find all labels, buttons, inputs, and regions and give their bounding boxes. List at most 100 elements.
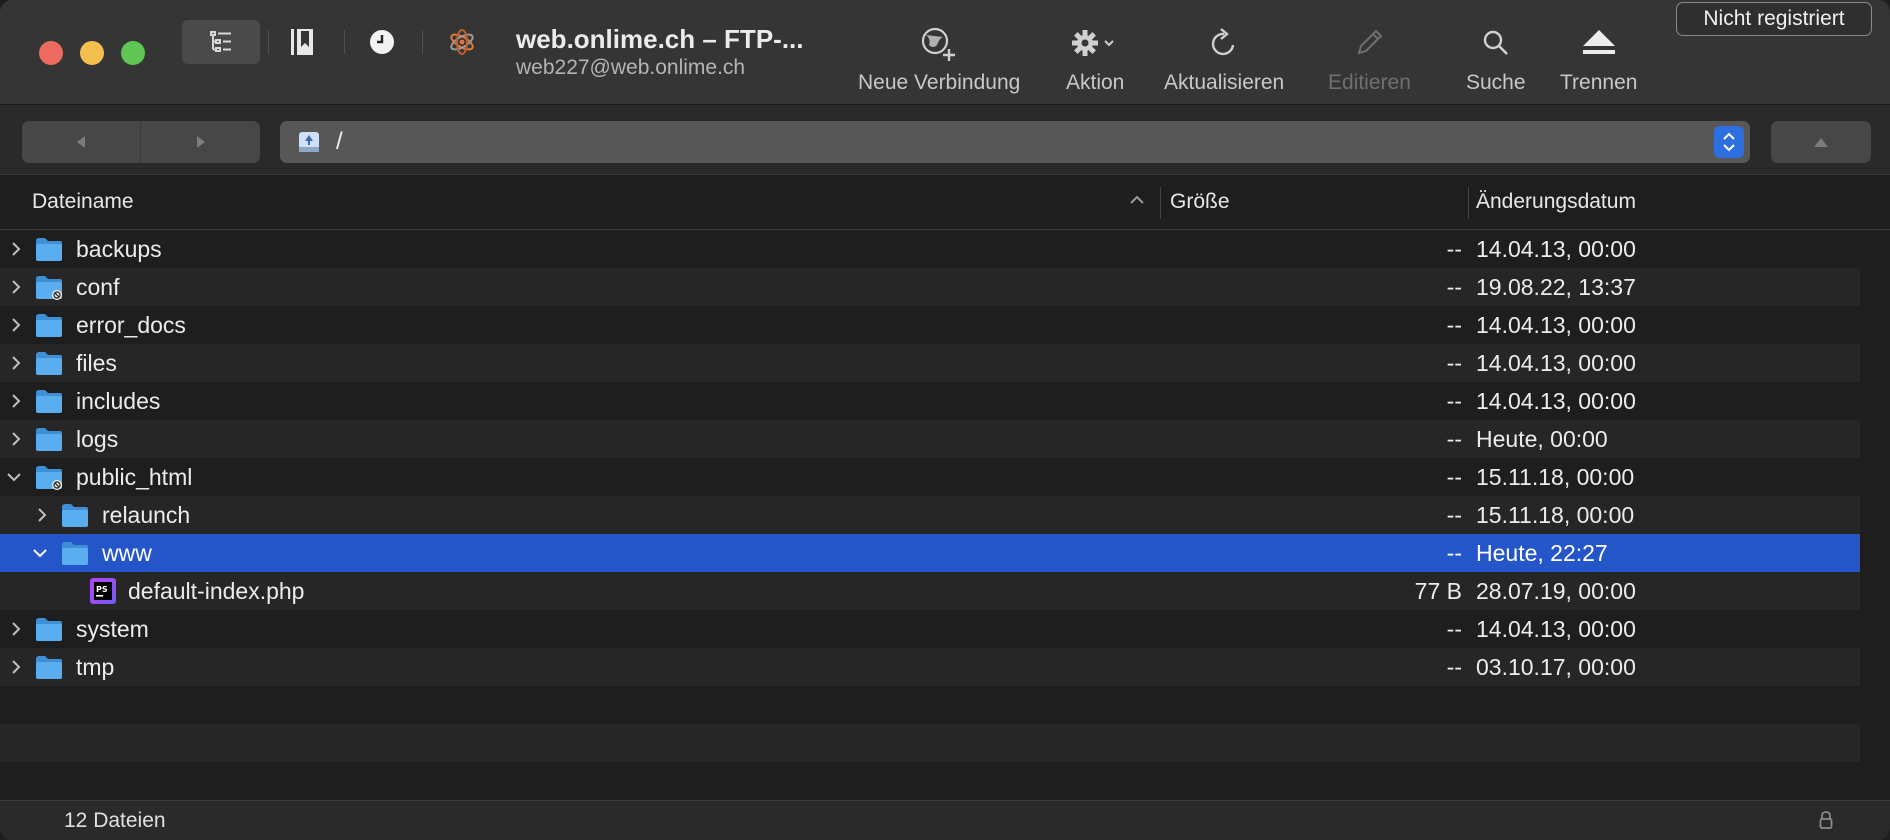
disclosure-collapsed-icon[interactable] bbox=[6, 315, 26, 335]
disclosure-collapsed-icon[interactable] bbox=[6, 353, 26, 373]
zoom-window-button[interactable] bbox=[121, 41, 145, 65]
path-popup-stepper[interactable] bbox=[1714, 126, 1744, 158]
action-label: Aktion bbox=[1066, 71, 1125, 94]
toolbar: web.onlime.ch – FTP-... web227@web.onlim… bbox=[0, 0, 1890, 104]
column-filename[interactable]: Dateiname bbox=[32, 190, 134, 214]
file-row[interactable]: files -- 14.04.13, 00:00 bbox=[0, 344, 1860, 382]
disclosure-collapsed-icon[interactable] bbox=[6, 619, 26, 639]
file-date: 14.04.13, 00:00 bbox=[1476, 312, 1636, 338]
file-date: 03.10.17, 00:00 bbox=[1476, 654, 1636, 680]
column-divider[interactable] bbox=[1160, 187, 1161, 219]
file-row[interactable]: PS default-index.php 77 B 28.07.19, 00:0… bbox=[0, 572, 1860, 610]
file-row[interactable]: backups -- 14.04.13, 00:00 bbox=[0, 230, 1860, 268]
column-divider[interactable] bbox=[1468, 187, 1469, 219]
folder-icon bbox=[62, 504, 88, 527]
column-size[interactable]: Größe bbox=[1170, 190, 1230, 214]
refresh-icon bbox=[1212, 28, 1235, 56]
parent-directory-button[interactable] bbox=[1771, 121, 1871, 163]
file-date: 14.04.13, 00:00 bbox=[1476, 236, 1636, 262]
edit-button[interactable]: Editieren bbox=[1328, 18, 1411, 95]
file-row[interactable]: includes -- 14.04.13, 00:00 bbox=[0, 382, 1860, 420]
file-size: -- bbox=[1446, 312, 1462, 338]
file-date: 15.11.18, 00:00 bbox=[1476, 502, 1635, 528]
connection-title: web.onlime.ch – FTP-... bbox=[516, 24, 804, 54]
forward-button[interactable] bbox=[141, 121, 260, 163]
file-row[interactable]: tmp -- 03.10.17, 00:00 bbox=[0, 648, 1860, 686]
path-popup[interactable]: / bbox=[280, 121, 1750, 163]
file-name: error_docs bbox=[76, 312, 186, 338]
file-size: -- bbox=[1446, 464, 1462, 490]
file-size: -- bbox=[1446, 274, 1462, 300]
disclosure-collapsed-icon[interactable] bbox=[32, 505, 52, 525]
disclosure-collapsed-icon[interactable] bbox=[6, 277, 26, 297]
file-date: 19.08.22, 13:37 bbox=[1476, 274, 1636, 300]
file-row[interactable]: error_docs -- 14.04.13, 00:00 bbox=[0, 306, 1860, 344]
file-name: relaunch bbox=[102, 502, 191, 528]
folder-icon bbox=[36, 656, 62, 679]
file-name: default-index.php bbox=[128, 578, 305, 604]
search-button[interactable]: Suche bbox=[1466, 18, 1526, 95]
folder-icon bbox=[36, 618, 62, 641]
refresh-label: Aktualisieren bbox=[1164, 71, 1285, 94]
file-name: includes bbox=[76, 388, 161, 414]
file-row[interactable]: relaunch -- 15.11.18, 00:00 bbox=[0, 496, 1860, 534]
gear-chevron-icon bbox=[1072, 30, 1114, 56]
back-forward-control bbox=[22, 121, 260, 163]
file-name: public_html bbox=[76, 464, 193, 490]
svg-text:PS: PS bbox=[96, 585, 108, 594]
file-name: logs bbox=[76, 426, 119, 452]
refresh-button[interactable]: Aktualisieren bbox=[1164, 18, 1284, 95]
bookmarks-button[interactable] bbox=[280, 20, 324, 64]
back-button[interactable] bbox=[22, 121, 141, 163]
new-connection-button[interactable]: Neue Verbindung bbox=[858, 18, 1020, 95]
file-date: 28.07.19, 00:00 bbox=[1476, 578, 1636, 604]
close-window-button[interactable] bbox=[39, 41, 63, 65]
minimize-window-button[interactable] bbox=[80, 41, 104, 65]
disclosure-collapsed-icon[interactable] bbox=[6, 429, 26, 449]
file-row-selected[interactable]: www -- Heute, 22:27 bbox=[0, 534, 1860, 572]
file-row[interactable]: conf -- 19.08.22, 13:37 bbox=[0, 268, 1860, 306]
folder-icon bbox=[36, 390, 62, 413]
outline-list-icon bbox=[210, 31, 231, 52]
restricted-folder-icon bbox=[36, 276, 62, 300]
disconnect-button[interactable]: Trennen bbox=[1560, 18, 1637, 95]
file-date: Heute, 00:00 bbox=[1476, 426, 1608, 452]
file-size: -- bbox=[1446, 540, 1462, 566]
file-date: 14.04.13, 00:00 bbox=[1476, 388, 1636, 414]
ftp-browser-window: web.onlime.ch – FTP-... web227@web.onlim… bbox=[0, 0, 1890, 840]
action-menu-button[interactable]: Aktion bbox=[1066, 18, 1124, 95]
network-disk-icon bbox=[299, 132, 319, 152]
file-date: 14.04.13, 00:00 bbox=[1476, 350, 1636, 376]
column-modified[interactable]: Änderungsdatum bbox=[1476, 190, 1636, 214]
pencil-icon bbox=[1357, 29, 1383, 55]
disclosure-collapsed-icon[interactable] bbox=[6, 239, 26, 259]
scrollbar-track[interactable] bbox=[1860, 230, 1890, 800]
outline-view-button[interactable] bbox=[182, 20, 260, 64]
clock-icon bbox=[370, 30, 394, 54]
status-bar: 12 Dateien bbox=[0, 800, 1890, 840]
connection-subtitle: web227@web.onlime.ch bbox=[516, 56, 746, 79]
disclosure-collapsed-icon[interactable] bbox=[6, 657, 26, 677]
file-name: system bbox=[76, 616, 149, 642]
edit-label: Editieren bbox=[1328, 71, 1411, 94]
file-size: -- bbox=[1446, 502, 1462, 528]
file-size: -- bbox=[1446, 616, 1462, 642]
bonjour-button[interactable] bbox=[440, 20, 484, 64]
disclosure-expanded-icon[interactable] bbox=[30, 543, 50, 563]
file-date: Heute, 22:27 bbox=[1476, 540, 1608, 566]
history-button[interactable] bbox=[360, 20, 404, 64]
current-path: / bbox=[336, 128, 343, 155]
file-name: www bbox=[102, 540, 152, 566]
file-size: -- bbox=[1446, 350, 1462, 376]
unregistered-button[interactable]: Nicht registriert bbox=[1676, 2, 1872, 36]
file-row[interactable]: public_html -- 15.11.18, 00:00 bbox=[0, 458, 1860, 496]
file-date: 14.04.13, 00:00 bbox=[1476, 616, 1636, 642]
file-size: -- bbox=[1446, 388, 1462, 414]
file-size: -- bbox=[1446, 426, 1462, 452]
file-row[interactable]: system -- 14.04.13, 00:00 bbox=[0, 610, 1860, 648]
disclosure-collapsed-icon[interactable] bbox=[6, 391, 26, 411]
folder-icon bbox=[36, 352, 62, 375]
disconnect-label: Trennen bbox=[1560, 71, 1638, 94]
disclosure-expanded-icon[interactable] bbox=[4, 467, 24, 487]
file-row[interactable]: logs -- Heute, 00:00 bbox=[0, 420, 1860, 458]
